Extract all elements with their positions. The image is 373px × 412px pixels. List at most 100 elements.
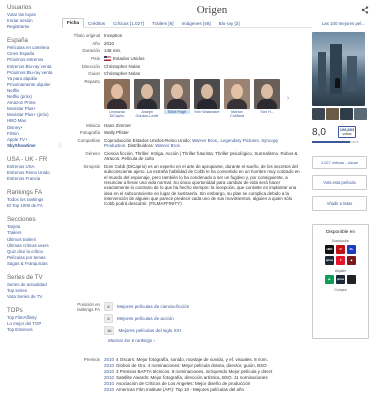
vote-count[interactable]: 198,853 votos xyxy=(338,125,356,139)
users-section-title: Usuarios xyxy=(7,4,32,11)
ranking-name: Mejores películas de acción xyxy=(117,316,174,321)
award-year[interactable]: 2010 xyxy=(104,357,114,362)
music-link[interactable]: Hans Zimmer xyxy=(104,123,131,128)
header: Origen Ficha Créditos Críticas [1.027] Trái… xyxy=(62,0,373,28)
provider-logo[interactable]: ▶ xyxy=(325,275,334,284)
buy-label: Compra xyxy=(334,288,347,292)
provider-logo[interactable]: HBO xyxy=(325,245,334,254)
sidebar-link[interactable]: Estrenos Francia xyxy=(7,176,60,182)
rankings-label: Posición en rankings FA xyxy=(76,302,100,312)
tab-criticas[interactable]: Críticas [1.027] xyxy=(109,20,148,27)
cast-member[interactable]: Tom H... xyxy=(254,79,280,119)
share-icon[interactable] xyxy=(361,6,369,14)
ranking-item[interactable]: 6 Mejores películas de acción xyxy=(104,314,189,323)
tab-creditos[interactable]: Créditos xyxy=(84,20,109,27)
cast-photo xyxy=(254,79,280,110)
rent-label: Alquiler xyxy=(334,269,347,273)
photo-link[interactable]: Wally Pfister xyxy=(104,130,129,135)
synopsis: Dom Cobb (DiCaprio) es un experto en el … xyxy=(104,164,300,207)
sidebar-link[interactable]: Próximos Blu-ray venta xyxy=(7,70,60,76)
top-ranking-link[interactable]: Las 100 mejores pel... xyxy=(322,21,365,26)
duration-label: Duración xyxy=(82,48,100,54)
award-text: Asociación de Críticos de Los Angeles: M… xyxy=(116,381,251,387)
tab-trailers[interactable]: Tráilers [6] xyxy=(148,20,178,27)
ranking-item[interactable]: 6 Mejores películas de ciencia-ficción xyxy=(104,302,189,311)
provider-logo[interactable]: prime xyxy=(325,256,334,265)
vote-button[interactable]: Vota esta película xyxy=(312,175,367,190)
provider-logo[interactable]: fi xyxy=(336,256,345,265)
tab-imagenes[interactable]: Imágenes [48] xyxy=(178,20,215,27)
sidebar-section-title: Series de TV xyxy=(7,274,43,281)
country: Estados Unidos xyxy=(113,56,145,62)
movie-still[interactable] xyxy=(340,108,353,120)
award-text: Globos de Oro: 4 nominaciones: Mejor pel… xyxy=(116,363,267,369)
sidebar-link[interactable]: Sagas & Franquicias xyxy=(7,261,60,267)
provider-logo[interactable]: prime xyxy=(336,275,345,284)
availability-title: Disponible en xyxy=(325,230,356,235)
sidebar-link[interactable]: SkyShowtime xyxy=(7,143,60,149)
movie-still[interactable] xyxy=(326,108,339,120)
provider-logo[interactable]: ◆ xyxy=(347,256,356,265)
movie-poster[interactable] xyxy=(312,32,365,106)
sidebar-section-title: Secciones xyxy=(7,216,36,224)
movie-still[interactable] xyxy=(312,108,325,120)
provider-logo[interactable]: N xyxy=(336,245,345,254)
sidebar-link[interactable]: Vota Series de TV xyxy=(7,294,60,300)
year: 2010 xyxy=(104,40,115,46)
ranking-item[interactable]: 16 Mejores películas del siglo XXI xyxy=(104,326,189,335)
cast-member[interactable]: Leonardo DiCaprio xyxy=(104,79,130,119)
award-year[interactable]: 2010 xyxy=(104,387,114,392)
movie-still[interactable] xyxy=(354,108,367,120)
provider-logo[interactable]: M+ xyxy=(347,245,356,254)
director-label: Dirección xyxy=(81,63,100,69)
stills-strip xyxy=(312,108,367,120)
cast-member[interactable]: Ken Watanabe xyxy=(194,79,220,119)
distributor-link[interactable]: Warner Bros. xyxy=(155,143,181,148)
ranking-name: Mejores películas de ciencia-ficción xyxy=(117,304,190,309)
companies: Coproducción Estados Unidos-Reino Unido;… xyxy=(104,138,301,149)
companies-dist-label: . Distribuidora: xyxy=(125,143,156,149)
cast-name: Marion Cotillard xyxy=(230,110,244,119)
award-year[interactable]: 2010 xyxy=(104,381,114,386)
show-all-rankings-link[interactable]: Mostrar los 6 rankings › xyxy=(108,338,312,343)
cast-member[interactable]: Elliot Page xyxy=(164,79,190,119)
sidebar-link[interactable]: El Top 1000 de FA xyxy=(7,203,60,209)
awards-list: 2010 4 Oscars: Mejor fotografía, sonido, … xyxy=(104,357,272,394)
genre-links[interactable]: Ciencia ficción. Thriller. Intriga. Acci… xyxy=(104,151,301,162)
right-panel: 8,0 198,853 votos 1.027 críticas - Usuar … xyxy=(312,32,373,339)
tab-bar: Ficha Créditos Críticas [1.027] Tráilers [6… xyxy=(62,18,312,28)
ranking-name: Mejores películas del siglo XXI xyxy=(118,328,182,333)
cast-name: Ken Watanabe xyxy=(194,110,220,115)
award-year[interactable]: 2010 xyxy=(104,375,114,380)
sidebar-section-title: TOPs xyxy=(7,307,23,315)
sidebar-link[interactable]: Top Estrenos xyxy=(7,327,60,333)
award-text: 4 Oscars: Mejor fotografía, sonido, mont… xyxy=(116,357,268,362)
director-link[interactable]: Christopher Nolan xyxy=(104,64,140,69)
rating-bar xyxy=(312,141,359,143)
tab-bluray[interactable]: Blu-ray [2] xyxy=(215,20,244,27)
year-label: Año xyxy=(92,40,100,46)
companies-prefix: Coproducción Estados Unidos-Reino Unido; xyxy=(104,138,193,144)
award-year[interactable]: 2010 xyxy=(104,369,114,374)
cast-photo xyxy=(164,79,190,110)
rankings: Posición en rankings FA 6 Mejores películ… xyxy=(62,302,312,343)
tab-ficha[interactable]: Ficha xyxy=(62,18,84,28)
cast-member[interactable]: Joseph Gordon-Levitt xyxy=(134,79,160,119)
page-title: Origen xyxy=(196,4,228,16)
award-text: American Film Institute (AFI): Top 10 - … xyxy=(116,387,244,393)
rating-average: 8,0 xyxy=(312,126,326,138)
add-to-list-button[interactable]: Añadir a listas xyxy=(312,196,367,211)
subscription-label: Suscripción xyxy=(331,239,350,243)
cast-member[interactable]: Marion Cotillard xyxy=(224,79,250,119)
award-year[interactable]: 2010 xyxy=(104,363,114,368)
writer-link[interactable]: Christopher Nolan xyxy=(104,71,140,76)
sidebar-section-title: Rankings FA xyxy=(7,189,43,197)
photo-label: Fotografía xyxy=(79,130,100,136)
chevron-right-icon[interactable]: › xyxy=(284,79,292,119)
critics-link[interactable]: 1.027 críticas - Usuar xyxy=(312,156,367,169)
sidebar-section-title: USA - UK - FR xyxy=(7,155,48,163)
rent-logos: ▶ prime xyxy=(313,275,368,284)
movie-info: Título original Inception Año 2010 Duració… xyxy=(62,33,312,209)
provider-logo[interactable] xyxy=(347,275,356,284)
sidebar-link[interactable]: Registrarse xyxy=(7,24,60,30)
